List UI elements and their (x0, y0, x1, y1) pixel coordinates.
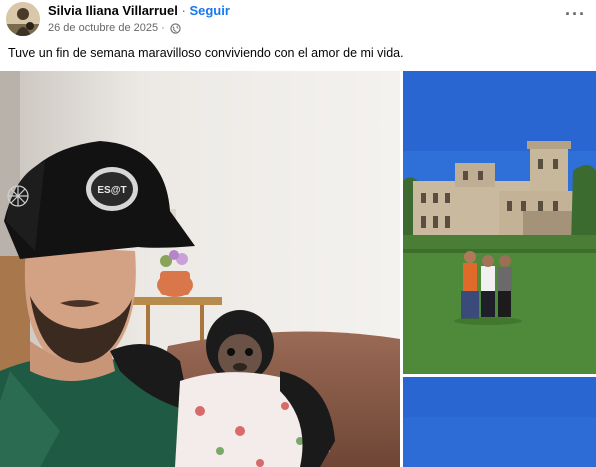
photo-man-with-monkey[interactable]: ES@T (0, 71, 400, 467)
post-header: Silvia Iliana Villarruel · Seguir 26 de … (0, 0, 596, 40)
facebook-post: Silvia Iliana Villarruel · Seguir 26 de … (0, 0, 596, 467)
author-avatar[interactable] (6, 2, 40, 36)
date-separator: · (161, 22, 165, 34)
globe-icon[interactable] (170, 22, 181, 34)
follow-button[interactable]: Seguir (189, 3, 229, 18)
photo-sky[interactable] (403, 377, 596, 467)
author-line: Silvia Iliana Villarruel · Seguir (48, 3, 230, 18)
author-name[interactable]: Silvia Iliana Villarruel (48, 3, 178, 18)
post-meta: 26 de octubre de 2025 · (48, 22, 181, 34)
post-date[interactable]: 26 de octubre de 2025 (48, 22, 158, 34)
more-options-icon[interactable]: ··· (565, 4, 586, 25)
photo-group-at-castle[interactable] (403, 71, 596, 374)
post-caption: Tuve un fin de semana maravilloso conviv… (8, 46, 404, 60)
cap-logo-text: ES@T (97, 185, 126, 196)
name-separator: · (181, 3, 186, 18)
